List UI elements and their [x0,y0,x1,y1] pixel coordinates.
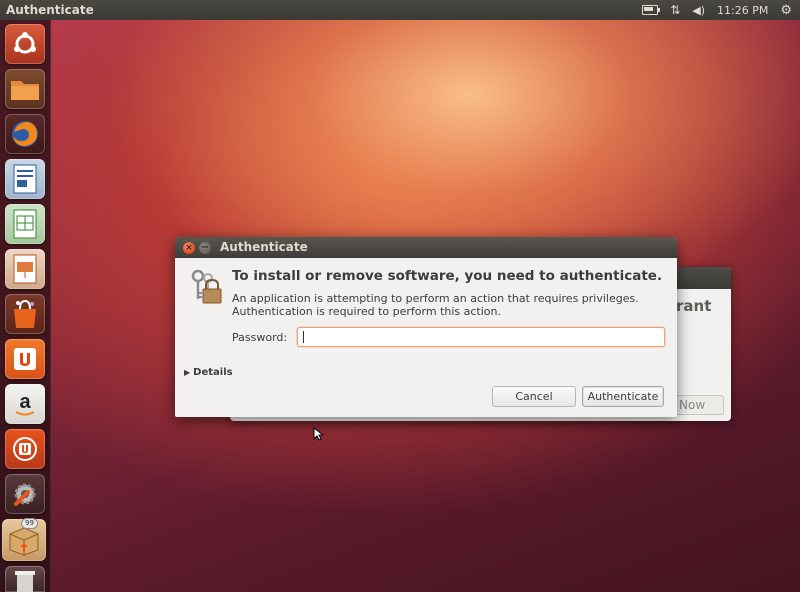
dialog-description: An application is attempting to perform … [232,292,639,318]
impress-icon [5,249,45,289]
writer-icon [5,159,45,199]
clock[interactable]: 11:26 PM [717,4,768,17]
details-expander[interactable]: ▶ Details [184,367,233,378]
password-label: Password: [232,331,288,344]
battery-icon[interactable] [642,5,661,15]
dialog-heading: To install or remove software, you need … [232,268,663,284]
launcher-item-package-installer[interactable]: 99 [2,518,46,561]
launcher-item-dash[interactable] [5,24,45,64]
close-icon[interactable]: × [183,242,195,254]
download-count-badge: 99 [21,518,38,529]
authenticate-button[interactable]: Authenticate [582,386,664,407]
folder-icon [5,69,45,109]
background-window-text: rant [676,297,712,315]
launcher-item-amazon[interactable]: a [5,384,45,424]
trash-icon [5,566,45,592]
text-cursor [303,331,304,343]
network-icon[interactable]: ⇅ [670,3,680,17]
ubuntu-one-icon [5,339,45,379]
active-window-title: Authenticate [6,3,94,17]
dialog-title: Authenticate [220,240,308,254]
calc-icon [5,204,45,244]
launcher-item-ubuntu-one-music[interactable] [5,429,45,469]
launcher-item-ubuntu-one[interactable] [5,339,45,379]
minimize-icon[interactable]: − [199,242,211,254]
launcher-item-trash[interactable] [5,566,45,592]
details-label: Details [193,367,233,378]
authenticate-dialog: × − Authenticate To install or remove so… [175,237,677,417]
top-panel: Authenticate ⇅ ◀) 11:26 PM ⚙ [0,0,800,20]
ubuntu-one-music-icon [5,429,45,469]
expand-triangle-icon: ▶ [184,368,191,377]
svg-text:a: a [19,391,31,413]
shopping-bag-icon [5,294,45,334]
amazon-icon: a [5,384,45,424]
launcher-item-system-settings[interactable] [5,474,45,514]
background-window-button[interactable]: Now [672,395,724,415]
system-tray: ⇅ ◀) 11:26 PM ⚙ [642,3,800,18]
launcher: a 99 [0,20,51,592]
launcher-item-impress[interactable] [5,249,45,289]
volume-icon[interactable]: ◀) [692,4,705,17]
password-input[interactable] [297,327,665,347]
cancel-button[interactable]: Cancel [492,386,576,407]
launcher-item-firefox[interactable] [5,114,45,154]
settings-gear-icon[interactable]: ⚙ [780,3,792,18]
launcher-item-writer[interactable] [5,159,45,199]
firefox-icon [5,114,45,154]
launcher-item-software-center[interactable] [5,294,45,334]
ubuntu-logo-icon [5,24,45,64]
mouse-pointer-icon [313,426,325,441]
keys-lock-icon [188,267,224,307]
dialog-titlebar[interactable]: × − Authenticate [175,237,677,258]
description-line-1: An application is attempting to perform … [232,292,639,305]
launcher-item-calc[interactable] [5,204,45,244]
wrench-gear-icon [5,474,45,514]
description-line-2: Authentication is required to perform th… [232,305,501,318]
launcher-item-files[interactable] [5,69,45,109]
